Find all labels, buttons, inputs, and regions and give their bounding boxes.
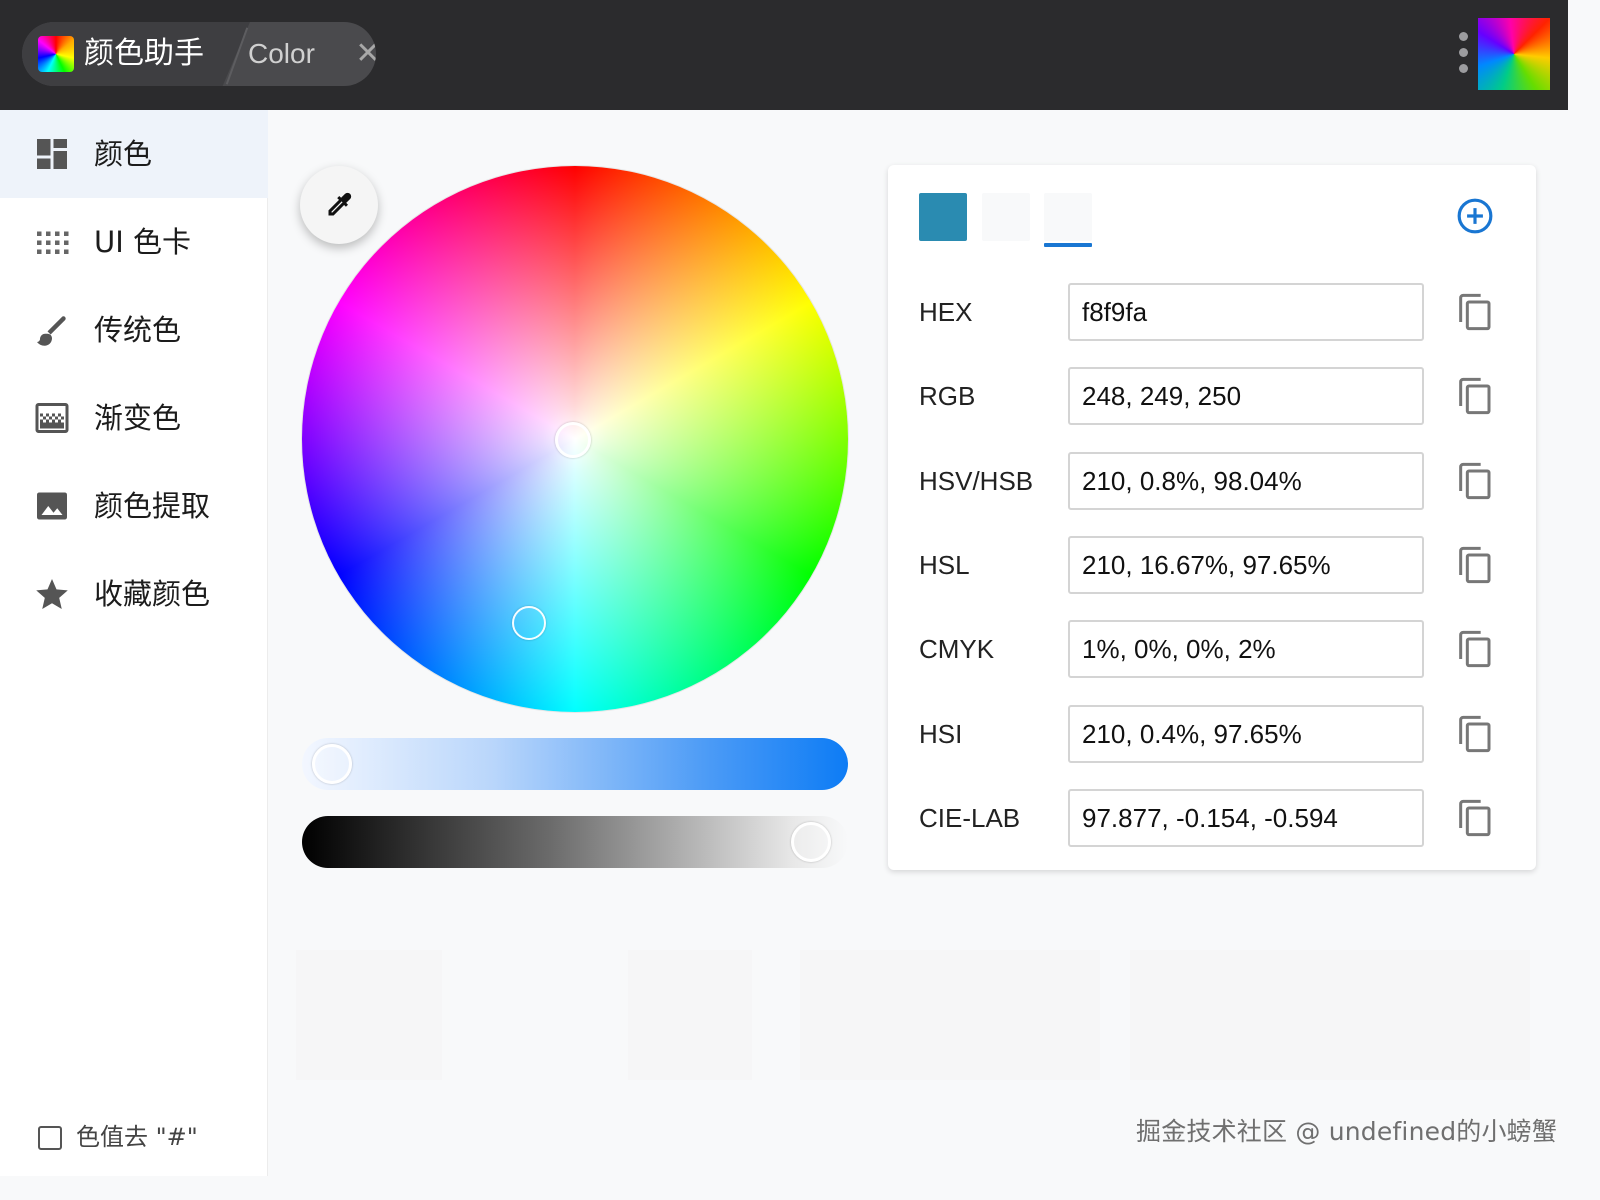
add-color-icon[interactable] (1456, 197, 1494, 235)
sidebar-item-color[interactable]: 颜色 (0, 110, 268, 198)
copy-icon[interactable] (1454, 374, 1494, 418)
color-wheel-app-icon[interactable] (1478, 18, 1550, 90)
hsv-hsb-field[interactable]: 210, 0.8%, 98.04% (1068, 452, 1424, 510)
copy-icon[interactable] (1454, 627, 1494, 671)
selected-swatch-indicator (1044, 243, 1092, 247)
palette-placeholder (296, 950, 442, 1080)
palette-placeholder (628, 950, 752, 1080)
palette-placeholder (800, 950, 1100, 1080)
sidebar-item-ui-palette[interactable]: UI 色卡 (0, 198, 268, 286)
swatch-history-2[interactable] (982, 193, 1030, 241)
sidebar-item-label: 颜色 (94, 137, 153, 171)
eyedropper-button[interactable] (300, 166, 378, 244)
sidebar-item-extract[interactable]: 颜色提取 (0, 462, 268, 550)
rgb-label: RGB (919, 381, 976, 411)
eyedropper-icon (328, 192, 352, 216)
hex-label: HEX (919, 297, 973, 327)
image-icon (37, 492, 67, 520)
sidebar-item-gradient[interactable]: 渐变色 (0, 374, 268, 462)
saturation-slider[interactable] (302, 738, 848, 790)
hsi-label: HSI (919, 719, 963, 749)
dashboard-icon (37, 139, 67, 169)
hex-field[interactable]: f8f9fa (1068, 283, 1424, 341)
color-wheel-handle-secondary[interactable] (512, 606, 546, 640)
cie-lab-label: CIE-LAB (919, 803, 1021, 833)
saturation-slider-thumb[interactable] (312, 744, 352, 784)
hsi-field[interactable]: 210, 0.4%, 97.65% (1068, 705, 1424, 763)
palette-placeholder (1130, 950, 1530, 1080)
star-icon (36, 579, 68, 609)
copy-icon[interactable] (1454, 290, 1494, 334)
brush-icon (37, 316, 66, 346)
cmyk-label: CMYK (919, 634, 995, 664)
strip-hash-checkbox[interactable] (38, 1126, 62, 1150)
tab-color-assistant-label[interactable]: 颜色助手 (84, 36, 204, 72)
grid-dots-icon (37, 231, 69, 254)
hsl-field[interactable]: 210, 16.67%, 97.65% (1068, 536, 1424, 594)
sidebar-item-label: 颜色提取 (94, 489, 211, 523)
sidebar-item-label: 渐变色 (94, 401, 182, 435)
app-logo-icon (38, 36, 74, 72)
watermark: 掘金技术社区 @ undefined的小螃蟹 (1136, 1117, 1558, 1146)
brightness-slider-thumb[interactable] (791, 822, 831, 862)
sidebar-item-favorites[interactable]: 收藏颜色 (0, 550, 268, 638)
copy-icon[interactable] (1454, 459, 1494, 503)
rgb-field[interactable]: 248, 249, 250 (1068, 367, 1424, 425)
tab-group: 颜色助手 Color ✕ (22, 22, 376, 86)
sidebar-item-label: UI 色卡 (94, 225, 191, 259)
sidebar-item-traditional[interactable]: 传统色 (0, 286, 268, 374)
gradient-icon (35, 403, 69, 433)
more-options-icon[interactable] (1454, 32, 1472, 78)
color-values-card: HEX f8f9fa RGB 248, 249, 250 HSV/HSB 210, 0.8… (888, 165, 1536, 870)
hsl-label: HSL (919, 550, 970, 580)
sidebar-item-label: 传统色 (94, 313, 182, 347)
title-bar: 颜色助手 Color ✕ (0, 0, 1568, 110)
color-wheel-handle-primary[interactable] (555, 422, 591, 458)
sidebar-item-label: 收藏颜色 (94, 577, 211, 611)
copy-icon[interactable] (1454, 543, 1494, 587)
swatch-history-3[interactable] (1044, 193, 1092, 241)
close-icon[interactable]: ✕ (354, 39, 376, 69)
sidebar: 颜色 UI 色卡 传统色 渐变色 颜色提取 收藏颜色 色值去 "#" (0, 110, 268, 1176)
brightness-slider[interactable] (302, 816, 848, 868)
swatch-history-1[interactable] (919, 193, 967, 241)
copy-icon[interactable] (1454, 712, 1494, 756)
cie-lab-field[interactable]: 97.877, -0.154, -0.594 (1068, 789, 1424, 847)
strip-hash-label[interactable]: 色值去 "#" (76, 1122, 198, 1152)
copy-icon[interactable] (1454, 796, 1494, 840)
tab-color-label[interactable]: Color (248, 37, 315, 71)
cmyk-field[interactable]: 1%, 0%, 0%, 2% (1068, 620, 1424, 678)
hsv-hsb-label: HSV/HSB (919, 466, 1034, 496)
